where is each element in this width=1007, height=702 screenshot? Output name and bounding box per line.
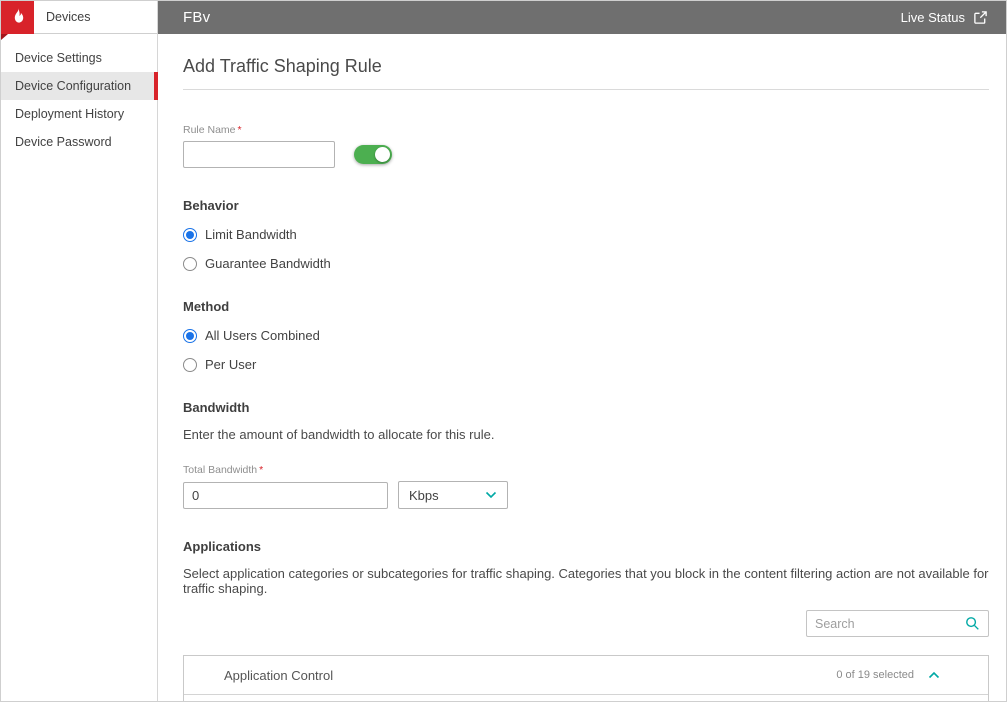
behavior-label: Behavior (183, 198, 239, 213)
radio-limit-bandwidth[interactable]: Limit Bandwidth (183, 227, 989, 242)
chevron-up-icon[interactable] (928, 671, 940, 679)
title-divider (183, 89, 989, 90)
application-control-body: Business tools 0 of 23 selected Database… (184, 695, 988, 701)
sidebar-menu: Device Settings Device Configuration Dep… (1, 34, 158, 156)
sidebar-item-deployment-history[interactable]: Deployment History (1, 100, 157, 128)
method-label: Method (183, 299, 230, 314)
bandwidth-description: Enter the amount of bandwidth to allocat… (183, 427, 495, 442)
device-title: FBv (183, 9, 211, 26)
radio-per-user[interactable]: Per User (183, 357, 989, 372)
main-area: FBv Live Status Add Traffic Shaping Rule… (158, 1, 1006, 701)
toggle-knob (375, 147, 390, 162)
sidebar: Devices Device Settings Device Configura… (1, 0, 158, 701)
applications-label: Applications (183, 539, 262, 554)
brand-logo (1, 0, 34, 40)
bandwidth-label: Bandwidth (183, 400, 250, 415)
chevron-down-icon (485, 491, 497, 499)
sidebar-item-device-password[interactable]: Device Password (1, 128, 157, 156)
sidebar-item-label: Device Password (15, 135, 112, 149)
rule-name-row (183, 141, 989, 168)
rule-name-input[interactable] (183, 141, 335, 168)
category-selected-count: 0 of 19 selected (836, 669, 914, 681)
logo-fold (1, 33, 8, 40)
sidebar-item-device-settings[interactable]: Device Settings (1, 44, 157, 72)
application-control-panel: Application Control 0 of 19 selected Bus… (183, 655, 989, 701)
bandwidth-unit-value: Kbps (409, 487, 439, 503)
flame-icon (9, 7, 27, 27)
total-bandwidth-label: Total Bandwidth * (183, 464, 264, 476)
category-name: Application Control (224, 667, 334, 683)
radio-icon (183, 328, 197, 343)
total-bandwidth-input[interactable] (183, 481, 388, 509)
application-control-header[interactable]: Application Control 0 of 19 selected (184, 656, 988, 695)
search-box (806, 610, 989, 637)
sidebar-header-label: Devices (46, 10, 91, 24)
app-window: Devices Device Settings Device Configura… (0, 0, 1007, 702)
page-content: Add Traffic Shaping Rule Rule Name * Beha… (158, 34, 1006, 701)
search-input[interactable] (815, 616, 965, 631)
sidebar-item-label: Deployment History (15, 107, 125, 121)
sidebar-item-label: Device Settings (15, 51, 102, 65)
bandwidth-unit-select[interactable]: Kbps (398, 481, 508, 509)
radio-icon (183, 227, 197, 242)
external-link-icon (973, 10, 988, 25)
page-title: Add Traffic Shaping Rule (183, 56, 382, 76)
radio-icon (183, 256, 197, 271)
radio-guarantee-bandwidth[interactable]: Guarantee Bandwidth (183, 256, 989, 271)
required-asterisk: * (259, 464, 264, 476)
live-status-label: Live Status (900, 10, 965, 25)
search-row (183, 610, 989, 637)
topbar: FBv Live Status (158, 1, 1006, 34)
radio-all-users-combined[interactable]: All Users Combined (183, 328, 989, 343)
sidebar-item-label: Device Configuration (15, 79, 132, 93)
required-asterisk: * (237, 124, 242, 136)
sidebar-header: Devices (1, 0, 157, 40)
sidebar-item-device-configuration[interactable]: Device Configuration (1, 72, 158, 100)
search-icon[interactable] (965, 616, 980, 631)
radio-icon (183, 357, 197, 372)
applications-description: Select application categories or subcate… (183, 566, 989, 596)
bandwidth-row: Kbps (183, 481, 989, 509)
live-status-button[interactable]: Live Status (901, 10, 988, 25)
rule-name-label: Rule Name * (183, 124, 242, 136)
rule-enabled-toggle[interactable] (354, 145, 392, 164)
